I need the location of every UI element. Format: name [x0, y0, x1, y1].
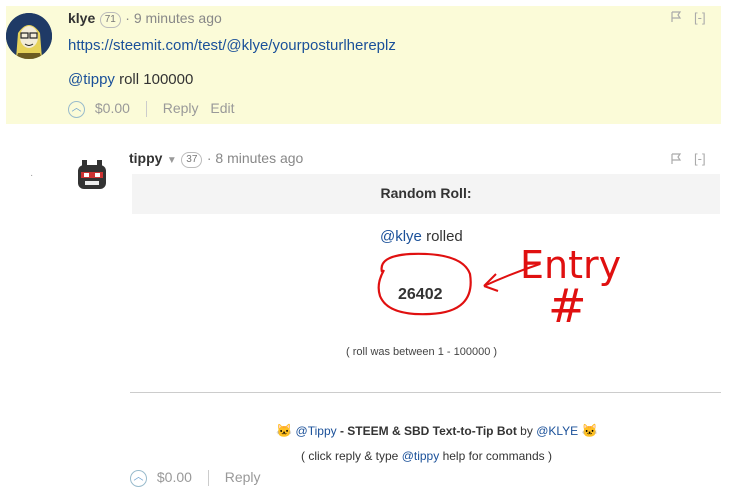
- edit-button[interactable]: Edit: [210, 100, 234, 116]
- timestamp[interactable]: · 9 minutes ago: [125, 10, 222, 26]
- robot-icon: 🐱: [581, 423, 598, 438]
- annotation-overlay: Entry #: [377, 243, 621, 326]
- bot-description: - STEEM & SBD Text-to-Tip Bot: [336, 424, 517, 438]
- timestamp[interactable]: · 8 minutes ago: [207, 150, 304, 166]
- reputation-badge: 71: [99, 12, 121, 28]
- comment-klye: klye 71 · 9 minutes ago [-] https://stee…: [6, 6, 721, 124]
- roll-heading: Random Roll:: [132, 174, 720, 214]
- help-mention-link[interactable]: @tippy: [402, 449, 440, 463]
- flag-icon[interactable]: [670, 153, 682, 168]
- owner-link[interactable]: @KLYE: [536, 424, 578, 438]
- avatar[interactable]: [6, 13, 52, 59]
- avatar[interactable]: [76, 160, 108, 192]
- help-suffix: help for commands ): [439, 449, 552, 463]
- upvote-button[interactable]: ︿: [68, 100, 85, 118]
- post-link[interactable]: https://steemit.com/test/@klye/yourpostu…: [68, 37, 396, 54]
- author-name[interactable]: tippy: [129, 150, 162, 166]
- post-link-line: https://steemit.com/test/@klye/yourpostu…: [68, 37, 396, 54]
- upvote-button[interactable]: ︿: [130, 469, 147, 487]
- help-line: ( click reply & type @tippy help for com…: [301, 449, 552, 463]
- comment-actions: ︿ $0.00 Reply Edit: [68, 100, 235, 118]
- comment-header: tippy ▼ 37 · 8 minutes ago: [129, 150, 303, 168]
- collapse-button[interactable]: [-]: [694, 10, 706, 25]
- payout-value[interactable]: $0.00: [95, 100, 130, 116]
- bot-name-link[interactable]: @Tippy: [296, 424, 337, 438]
- help-prefix: ( click reply & type: [301, 449, 402, 463]
- comment-text: @tippy roll 100000: [68, 71, 193, 88]
- thread-dot: ·: [30, 170, 34, 181]
- robot-icon: 🐱: [276, 423, 293, 438]
- reputation-badge: 37: [181, 152, 203, 168]
- command-text: roll 100000: [114, 71, 194, 88]
- annotation-hash: #: [548, 279, 587, 326]
- mention-link[interactable]: @tippy: [68, 71, 115, 88]
- bot-signature: 🐱 @Tippy - STEEM & SBD Text-to-Tip Bot b…: [276, 423, 598, 439]
- author-name[interactable]: klye: [68, 10, 95, 26]
- by-text: by: [516, 424, 537, 438]
- collapse-button[interactable]: [-]: [694, 151, 706, 166]
- divider: [130, 392, 721, 393]
- divider: [207, 470, 209, 487]
- divider: [145, 101, 147, 118]
- reply-button[interactable]: Reply: [225, 469, 261, 485]
- flag-icon[interactable]: [670, 11, 682, 26]
- roll-range-note: ( roll was between 1 - 100000 ): [346, 346, 498, 358]
- comment-actions: ︿ $0.00 Reply: [130, 469, 261, 487]
- reply-button[interactable]: Reply: [163, 100, 199, 116]
- chevron-down-icon[interactable]: ▼: [167, 155, 177, 166]
- payout-value[interactable]: $0.00: [157, 469, 192, 485]
- comment-header: klye 71 · 9 minutes ago: [68, 10, 222, 28]
